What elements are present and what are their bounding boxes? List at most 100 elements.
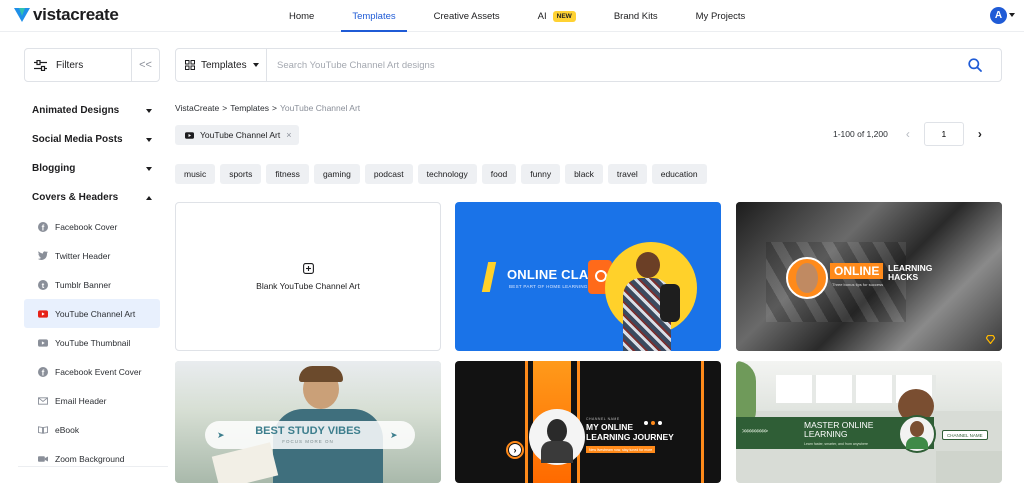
search-button[interactable] (949, 49, 1001, 81)
template-card-my-online-learning-journey[interactable]: CHANNEL NAME MY ONLINE LEARNING JOURNEY … (455, 361, 721, 483)
tag-podcast[interactable]: podcast (364, 164, 413, 184)
template-title: BEST STUDY VIBES (255, 425, 361, 437)
grid-icon (185, 60, 195, 70)
search-input[interactable] (267, 49, 949, 81)
person-body (541, 441, 573, 463)
video-camera-icon (38, 454, 48, 464)
breadcrumb-vistacreate[interactable]: VistaCreate (175, 103, 219, 113)
tag-education[interactable]: education (651, 164, 707, 184)
sidebar-item-ebook[interactable]: eBook (24, 415, 160, 444)
youtube-icon (38, 338, 48, 348)
person-face (796, 263, 818, 293)
template-title: LEARNING HACKS (888, 263, 933, 282)
tag-funny[interactable]: funny (521, 164, 561, 184)
nav-home[interactable]: Home (270, 0, 333, 32)
template-subtitle: Three bonus tips for success (832, 282, 884, 287)
template-subtitle: Learn faster, smarter, and from anywhere (804, 442, 869, 446)
sidebar-item-email-header[interactable]: Email Header (24, 386, 160, 415)
sliders-icon (34, 59, 47, 71)
filters-button[interactable]: Filters (25, 49, 131, 81)
nav-ai[interactable]: AI NEW (519, 0, 595, 32)
chevron-up-icon (146, 195, 152, 200)
breadcrumb-templates[interactable]: Templates (230, 103, 269, 113)
tag-food[interactable]: food (481, 164, 517, 184)
top-bar: vistacreate Home Templates Creative Asse… (0, 0, 1024, 32)
facebook-icon: f (38, 366, 48, 377)
person-head (636, 252, 660, 278)
user-avatar[interactable]: A (990, 7, 1007, 24)
category-blogging[interactable]: Blogging (24, 154, 160, 183)
sidebar-item-twitter-header[interactable]: Twitter Header (24, 241, 160, 270)
brand-name: vistacreate (33, 5, 119, 24)
category-covers-headers[interactable]: Covers & Headers (24, 183, 160, 212)
filters-label: Filters (56, 59, 84, 71)
sidebar-divider (18, 466, 168, 467)
remove-filter-close-icon[interactable]: × (286, 130, 291, 140)
tag-list: music sports fitness gaming podcast tech… (175, 164, 707, 184)
blank-template-card[interactable]: Blank YouTube Channel Art (175, 202, 441, 351)
vistacreate-logo[interactable]: vistacreate (14, 5, 119, 25)
person-hair (299, 366, 343, 382)
page-number-input[interactable] (923, 122, 964, 146)
sidebar-item-youtube-channel-art[interactable]: YouTube Channel Art (24, 299, 160, 328)
collapse-sidebar-button[interactable]: << (131, 49, 159, 81)
tag-sports[interactable]: sports (220, 164, 262, 184)
nav-my-projects[interactable]: My Projects (677, 0, 765, 32)
chevron-right-icon: › (509, 444, 521, 456)
active-filter-chip: YouTube Channel Art × (175, 125, 300, 145)
tag-gaming[interactable]: gaming (313, 164, 360, 184)
chevron-down-icon (252, 63, 259, 67)
category-animated-designs[interactable]: Animated Designs (24, 96, 160, 125)
template-card-online-class[interactable]: ONLINE CLASS BEST PART OF HOME LEARNING (455, 202, 721, 351)
chevron-down-icon (146, 137, 152, 142)
filters-panel-header: Filters << (24, 48, 160, 82)
orange-line (701, 361, 704, 483)
results-count: 1-100 of 1,200 (833, 129, 888, 139)
twitter-icon (38, 251, 48, 261)
breadcrumb-current: YouTube Channel Art (279, 103, 361, 113)
nav-templates[interactable]: Templates (333, 0, 414, 32)
accent-stripe (481, 262, 497, 292)
tag-music[interactable]: music (175, 164, 216, 184)
pagination: 1-100 of 1,200 ‹ › (833, 122, 982, 146)
previous-page-chevron-icon[interactable]: ‹ (906, 127, 910, 141)
template-card-best-study-vibes[interactable]: BEST STUDY VIBES FOCUS MORE ON ➤ ➤ (175, 361, 441, 483)
category-sidebar: Animated Designs Social Media Posts Blog… (24, 96, 160, 473)
template-subtitle: New livestream now, stay tuned for more (586, 446, 656, 453)
tag-black[interactable]: black (565, 164, 603, 184)
sidebar-item-facebook-event-cover[interactable]: f Facebook Event Cover (24, 357, 160, 386)
search-icon (968, 58, 982, 72)
arrow-right-icon: ➤ (390, 430, 398, 440)
search-bar: Templates (175, 48, 1002, 82)
tag-travel[interactable]: travel (607, 164, 647, 184)
backpack (660, 284, 680, 322)
svg-text:f: f (42, 223, 45, 232)
sidebar-item-youtube-thumbnail[interactable]: YouTube Thumbnail (24, 328, 160, 357)
account-menu-chevron-icon[interactable] (1009, 13, 1015, 17)
svg-text:f: f (42, 368, 45, 377)
new-badge: NEW (552, 10, 576, 22)
nav-creative-assets[interactable]: Creative Assets (415, 0, 519, 32)
arrow-chevrons-icon: >>>>>>>>>> (742, 429, 768, 435)
laptop (936, 451, 1002, 483)
template-title: MY ONLINE LEARNING JOURNEY (586, 422, 674, 442)
nav-brand-kits[interactable]: Brand Kits (595, 0, 677, 32)
template-card-master-online-learning[interactable]: >>>>>>>>>> MASTER ONLINE LEARNING Learn … (736, 361, 1002, 483)
search-scope-label: Templates (201, 59, 247, 71)
template-card-online-learning-hacks[interactable]: ONLINE LEARNING HACKS Three bonus tips f… (736, 202, 1002, 351)
channel-name-label: CHANNEL NAME (942, 430, 988, 440)
media-dots (644, 421, 662, 425)
template-kicker: CHANNEL NAME (586, 417, 620, 421)
category-social-media-posts[interactable]: Social Media Posts (24, 125, 160, 154)
template-subtitle: FOCUS MORE ON (282, 439, 334, 444)
search-scope-dropdown[interactable]: Templates (176, 49, 267, 81)
tag-fitness[interactable]: fitness (266, 164, 309, 184)
template-subtitle: BEST PART OF HOME LEARNING (509, 284, 588, 289)
tag-technology[interactable]: technology (417, 164, 477, 184)
sidebar-item-facebook-cover[interactable]: f Facebook Cover (24, 212, 160, 241)
sidebar-item-zoom-background[interactable]: Zoom Background (24, 444, 160, 473)
sidebar-item-tumblr-banner[interactable]: t Tumblr Banner (24, 270, 160, 299)
orange-line (525, 361, 528, 483)
chevron-down-icon (146, 108, 152, 113)
next-page-chevron-icon[interactable]: › (978, 127, 982, 141)
